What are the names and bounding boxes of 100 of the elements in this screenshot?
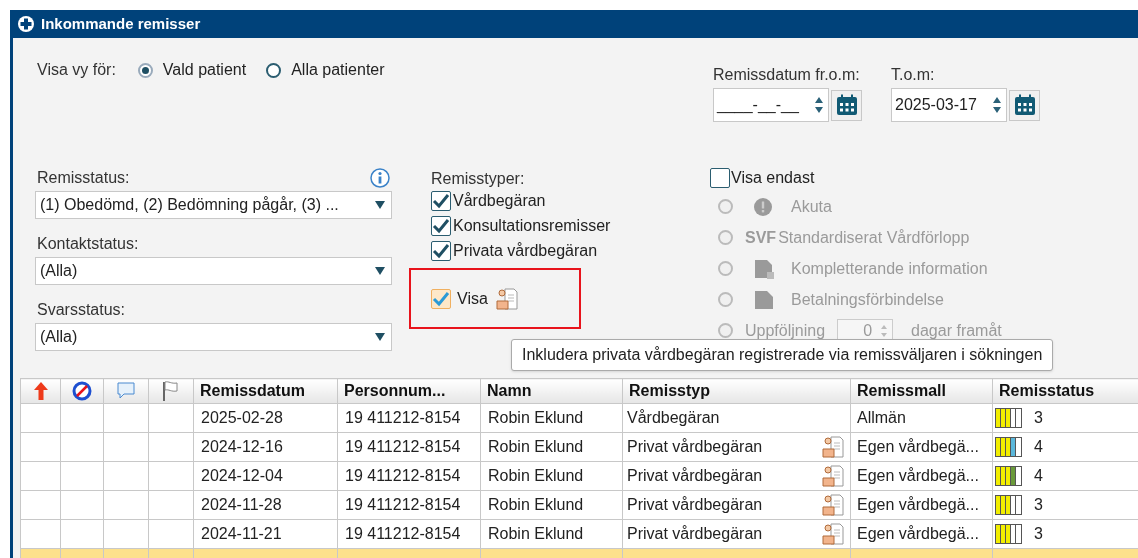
- table-cell-text: Vårdbegäran: [627, 408, 720, 428]
- table-cell: Egen vårdbegä...: [850, 519, 993, 549]
- table-cell: Robin Eklund: [480, 403, 623, 433]
- table-cell: Robin Eklund: [480, 490, 623, 520]
- svf-label: SVF: [745, 227, 777, 248]
- table-cell: Egen vårdbegä...: [850, 461, 993, 491]
- column-header[interactable]: Remisstatus: [992, 378, 1138, 404]
- prohibited-icon: [72, 381, 92, 401]
- checkbox-label: Visa endast: [731, 168, 815, 188]
- calendar-button[interactable]: [831, 89, 862, 121]
- column-header[interactable]: Remissmall: [850, 378, 993, 404]
- calendar-icon: [1013, 94, 1036, 116]
- checkbox-label: Privata vårdbegäran: [453, 240, 598, 261]
- info-icon: [370, 168, 390, 188]
- table-cell: Egen vårdbegä...: [850, 432, 993, 462]
- table-row[interactable]: 2025-02-28 19 411212-8154 Robin Eklund Vårdbegäran Allmän 3: [20, 403, 1138, 433]
- person-document-icon: [495, 286, 518, 311]
- checkmark-icon: [432, 241, 450, 260]
- alert-circle-icon: [753, 196, 773, 217]
- dropdown[interactable]: (Alla): [35, 323, 392, 351]
- table-cell: 19 411212-8154: [337, 403, 481, 433]
- table-cell: 19 411212-8154: [337, 432, 481, 462]
- view-label: Visa vy för:: [37, 60, 116, 80]
- column-header[interactable]: [20, 378, 61, 404]
- person-document-icon: [822, 464, 844, 488]
- option-label: Uppföljning: [745, 320, 826, 341]
- table-cell: Robin Eklund: [480, 519, 623, 549]
- table-row[interactable]: 2024-11-21 19 411212-8154 Robin Eklund Privat vårdbegäran Egen vårdbegä... 3: [20, 519, 1138, 549]
- date-from-field[interactable]: ____-__-__: [713, 88, 829, 122]
- option-label: Akuta: [791, 196, 832, 217]
- window-title: Inkommande remisser: [41, 13, 201, 34]
- calendar-button[interactable]: [1009, 89, 1040, 121]
- checkbox[interactable]: [710, 168, 730, 188]
- document-icon: [753, 288, 775, 311]
- checkbox-label: Konsultationsremisser: [453, 215, 611, 236]
- status-number: 4: [1034, 437, 1043, 457]
- speech-bubble-icon: [116, 381, 136, 401]
- date-from-label: Remissdatum fr.o.m:: [713, 65, 861, 85]
- caret-icon: [375, 266, 385, 276]
- table-cell: Allmän: [850, 403, 993, 433]
- table-cell: Robin Eklund: [480, 432, 623, 462]
- table-cell: 2024-12-04: [193, 461, 338, 491]
- status-number: 4: [1034, 466, 1043, 486]
- column-header[interactable]: [60, 378, 104, 404]
- column-header[interactable]: Namn: [480, 378, 623, 404]
- column-header[interactable]: Personnum...: [337, 378, 481, 404]
- checkmark-icon: [432, 216, 450, 235]
- table-cell-text: Privat vårdbegäran: [627, 437, 763, 457]
- filter-label: Svarsstatus:: [37, 300, 126, 320]
- spinner-icon: [880, 323, 889, 338]
- spinner-icon[interactable]: [814, 96, 824, 114]
- column-header[interactable]: [148, 378, 194, 404]
- document-question-icon: [753, 257, 775, 280]
- status-number: 3: [1034, 495, 1043, 515]
- checkbox[interactable]: [431, 190, 451, 211]
- status-number: 3: [1034, 524, 1043, 544]
- table-cell: 19 411212-8154: [337, 490, 481, 520]
- table-cell: 2024-11-21: [193, 519, 338, 549]
- table-cell: 19 411212-8154: [337, 519, 481, 549]
- checkbox[interactable]: [431, 288, 451, 309]
- option-label: Standardiserat Vårdförlopp: [778, 227, 970, 248]
- checkbox-label: Visa: [457, 288, 488, 309]
- dropdown[interactable]: (Alla): [35, 257, 392, 285]
- table-cell-text: Privat vårdbegäran: [627, 524, 763, 544]
- column-header[interactable]: Remissdatum: [193, 378, 338, 404]
- table-row[interactable]: 2024-12-16 19 411212-8154 Robin Eklund Privat vårdbegäran Egen vårdbegä... 4: [20, 432, 1138, 462]
- person-document-icon: [822, 522, 844, 546]
- plus-circle-icon: [17, 15, 35, 33]
- table-row[interactable]: 2024-11-28 19 411212-8154 Robin Eklund Privat vårdbegäran Egen vårdbegä... 3: [20, 490, 1138, 520]
- option-label: Kompletterande information: [791, 258, 988, 279]
- date-to-label: T.o.m:: [891, 65, 936, 85]
- table-cell: 19 411212-8154: [337, 461, 481, 491]
- radio-button[interactable]: [266, 62, 282, 78]
- table-row[interactable]: 2024-12-04 19 411212-8154 Robin Eklund Privat vårdbegäran Egen vårdbegä... 4: [20, 461, 1138, 491]
- caret-icon: [375, 332, 385, 342]
- person-document-icon: [822, 435, 844, 459]
- filter-label: Kontaktstatus:: [37, 234, 139, 254]
- checkbox-label: Vårdbegäran: [453, 190, 546, 211]
- tooltip: Inkludera privata vårdbegäran registrerade via remissväljaren i sökningen: [511, 339, 1054, 371]
- flag-icon: [161, 380, 181, 402]
- radio-button[interactable]: [137, 62, 153, 78]
- table-cell: Robin Eklund: [480, 461, 623, 491]
- filter-label: Remisstatus:: [37, 168, 130, 188]
- person-document-icon: [822, 493, 844, 517]
- checkbox[interactable]: [431, 240, 451, 261]
- radio-label: Vald patient: [162, 60, 247, 80]
- table-cell-text: Privat vårdbegäran: [627, 495, 763, 515]
- option-label: dagar framåt: [911, 320, 1002, 341]
- dropdown[interactable]: (1) Obedömd, (2) Bedömning pågår, (3) ...: [35, 191, 392, 219]
- table-cell: 2024-12-16: [193, 432, 338, 462]
- table-cell: 2025-02-28: [193, 403, 338, 433]
- radio-label: Alla patienter: [291, 60, 385, 80]
- status-number: 3: [1034, 408, 1043, 428]
- date-to-field[interactable]: 2025-03-17: [891, 88, 1007, 122]
- spinner-icon[interactable]: [992, 96, 1002, 114]
- table-cell: Egen vårdbegä...: [850, 490, 993, 520]
- column-header[interactable]: Remisstyp: [622, 378, 851, 404]
- table-cell: 2024-11-28: [193, 490, 338, 520]
- checkmark-icon: [432, 191, 450, 210]
- checkbox[interactable]: [431, 215, 451, 236]
